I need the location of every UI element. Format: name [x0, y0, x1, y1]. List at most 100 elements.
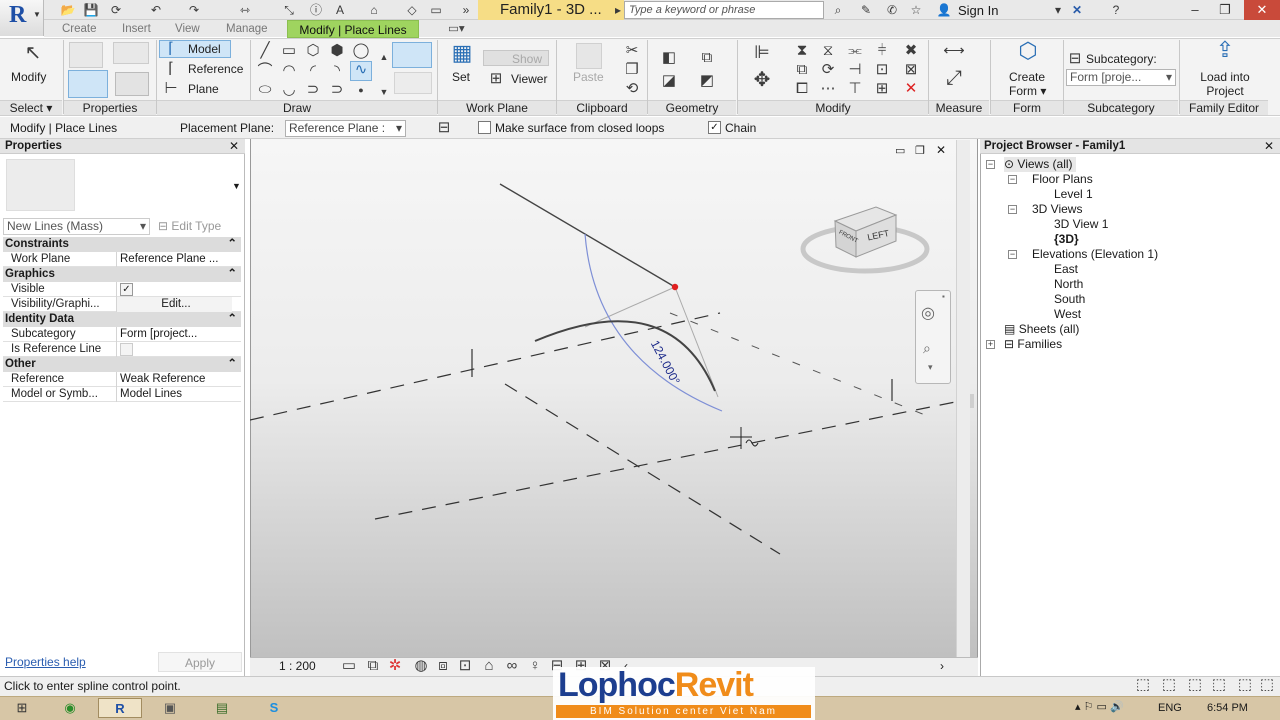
skype-icon[interactable]: S: [252, 698, 296, 718]
match-type-icon[interactable]: ⟲: [623, 81, 641, 99]
chevron-down-icon[interactable]: ▾: [928, 362, 933, 373]
select-by-face-icon[interactable]: ⬚: [1236, 677, 1254, 695]
application-menu-button[interactable]: R ▼: [0, 0, 44, 36]
binoculars-icon[interactable]: ⌕: [830, 2, 846, 18]
tree-3d-current[interactable]: {3D}: [1054, 232, 1079, 247]
move-icon[interactable]: ✥: [749, 70, 775, 90]
chrome-icon[interactable]: ◉: [48, 698, 92, 718]
more-icon[interactable]: »: [458, 2, 474, 18]
tab-create[interactable]: Create: [62, 21, 97, 37]
clock[interactable]: 6:54 PM: [1207, 702, 1248, 714]
prop-row-reference[interactable]: Reference Weak Reference: [3, 372, 241, 387]
placement-plane-dropdown[interactable]: Reference Plane : ▾: [285, 120, 406, 137]
tab-insert[interactable]: Insert: [122, 21, 151, 37]
subcategory-dropdown[interactable]: Form [proje... ▾: [1066, 69, 1176, 86]
ribbon-options-icon[interactable]: ▭▾: [448, 21, 465, 37]
arc-tangent-icon[interactable]: ◜: [304, 63, 322, 81]
inscribed-polygon-icon[interactable]: ⬡: [304, 43, 322, 61]
scale-label[interactable]: 1 : 200: [279, 659, 316, 673]
reference-plane-line[interactable]: [374, 398, 971, 520]
paint-icon[interactable]: ◩: [698, 73, 716, 91]
restore-icon[interactable]: ❐: [1210, 0, 1240, 20]
modify-button[interactable]: Modify: [11, 70, 46, 84]
split-gap-icon[interactable]: ⫩: [873, 43, 891, 61]
lock-view-icon[interactable]: ⌂: [480, 658, 498, 676]
tree-sheets[interactable]: ▤ Sheets (all): [1004, 322, 1079, 337]
tree-elevations[interactable]: Elevations (Elevation 1): [1032, 247, 1158, 262]
family-types-icon[interactable]: [113, 42, 149, 64]
thin-lines-icon[interactable]: ▭: [428, 2, 444, 18]
tab-view[interactable]: View: [175, 21, 200, 37]
help-icon[interactable]: ?: [1108, 2, 1124, 18]
aligned-dimension-icon[interactable]: ⤡: [281, 2, 297, 18]
shadows-icon[interactable]: ◍: [412, 658, 430, 676]
reveal-hidden-icon[interactable]: ♀: [526, 658, 544, 676]
search-input[interactable]: Type a keyword or phrase: [624, 1, 824, 19]
file-explorer-icon[interactable]: ▣: [148, 698, 192, 718]
tag-icon[interactable]: ⓘ: [308, 2, 324, 18]
tab-modify-place-lines[interactable]: Modify | Place Lines: [287, 20, 419, 38]
open-icon[interactable]: 📂: [60, 2, 76, 18]
show-work-plane-button[interactable]: Show: [483, 50, 549, 66]
prop-row-visible[interactable]: Visible ✓: [3, 282, 241, 297]
tree-views-all[interactable]: ⊙ Views (all): [1004, 157, 1076, 172]
join-geometry-icon[interactable]: ⧉: [698, 50, 716, 68]
visible-checkbox[interactable]: ✓: [120, 283, 133, 296]
collapse-icon[interactable]: −: [986, 160, 995, 169]
rectangle-tool-icon[interactable]: ▭: [280, 43, 298, 61]
section-icon[interactable]: ◇: [404, 2, 420, 18]
spline-line[interactable]: [534, 320, 716, 392]
draw-on-face-icon[interactable]: [392, 42, 432, 68]
edit-type-button[interactable]: ⊟ Edit Type: [158, 219, 221, 233]
app-icon[interactable]: ▤: [200, 698, 244, 718]
create-form-button[interactable]: Create Form ▾: [1009, 70, 1046, 98]
chevron-up-icon[interactable]: ▲: [375, 49, 393, 67]
redo-icon[interactable]: ↷: [186, 2, 202, 18]
point-icon[interactable]: ●: [352, 82, 370, 100]
sign-in-button[interactable]: Sign In: [958, 3, 998, 18]
tree-level-1[interactable]: Level 1: [1054, 187, 1093, 202]
temporary-hide-icon[interactable]: ∞: [503, 658, 521, 676]
scale-icon[interactable]: ⊡: [873, 62, 891, 80]
viewport-close-icon[interactable]: ✕: [936, 143, 946, 157]
spline-control-point[interactable]: [671, 283, 679, 291]
vertical-scrollbar[interactable]: [956, 140, 970, 657]
drag-elements-icon[interactable]: ⬚: [1258, 677, 1276, 695]
minimize-icon[interactable]: –: [1180, 0, 1210, 20]
mirror-axis-icon[interactable]: ⧗: [793, 43, 811, 61]
prop-row-subcategory[interactable]: Subcategory Form [project...: [3, 327, 241, 342]
arc-start-end-icon[interactable]: ⌒: [256, 63, 274, 81]
close-icon[interactable]: ✕: [229, 139, 239, 153]
pick-faces-icon[interactable]: ⊃: [328, 82, 346, 100]
viewer-button[interactable]: Viewer: [511, 72, 547, 86]
section-other[interactable]: Other ⌃: [3, 357, 241, 372]
zoom-icon[interactable]: ⌕: [923, 340, 931, 357]
panel-select-title[interactable]: Select ▾: [0, 100, 62, 115]
reference-plane-line[interactable]: [504, 383, 781, 555]
language-indicator[interactable]: ENG: [1158, 702, 1182, 714]
copy-element-icon[interactable]: ⧠: [793, 81, 811, 99]
prop-row-is-reference-line[interactable]: Is Reference Line: [3, 342, 241, 357]
circle-tool-icon[interactable]: ◯: [352, 43, 370, 61]
tree-floor-plans[interactable]: Floor Plans: [1032, 172, 1093, 187]
dimension-icon[interactable]: ⤢: [935, 68, 973, 88]
prop-row-model-or-symbolic[interactable]: Model or Symb... Model Lines: [3, 387, 241, 402]
chevron-down-icon[interactable]: ▾: [1050, 2, 1066, 18]
chevron-down-icon[interactable]: ▼: [232, 181, 241, 191]
mirror-draw-icon[interactable]: ⧖: [819, 43, 837, 61]
show-rendering-icon[interactable]: ⧈: [434, 658, 452, 676]
draw-on-work-plane-icon[interactable]: [394, 72, 432, 94]
properties-button[interactable]: [68, 70, 108, 98]
tree-3d-views[interactable]: 3D Views: [1032, 202, 1082, 217]
tree-east[interactable]: East: [1054, 262, 1078, 277]
viewport-restore-icon[interactable]: ❐: [915, 144, 925, 157]
editable-only-icon[interactable]: ⬚: [1134, 677, 1152, 695]
tree-north[interactable]: North: [1054, 277, 1083, 292]
ellipse-icon[interactable]: ⬭: [256, 82, 274, 100]
offset-icon[interactable]: ⧉: [793, 62, 811, 80]
is-reference-line-checkbox[interactable]: [120, 343, 133, 356]
work-plane-viewer-icon[interactable]: ⊟: [435, 120, 453, 138]
close-icon[interactable]: ✕: [1244, 0, 1280, 20]
subscription-icon[interactable]: ✎: [858, 2, 874, 18]
measure-distance-icon[interactable]: ⟷: [935, 43, 973, 61]
